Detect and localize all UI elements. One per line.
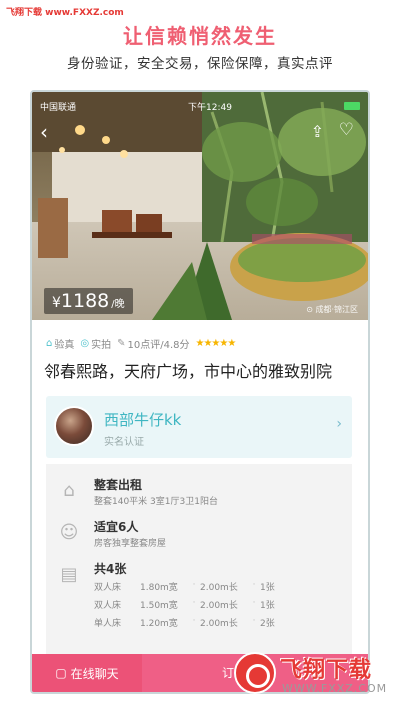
- chat-bubble-icon: ▢: [55, 666, 67, 680]
- rating-stars: ★★★★★: [195, 338, 236, 349]
- battery-icon: [343, 102, 360, 110]
- watermark-bottom: 飞翔下载 WWW.FXXZ.COM: [230, 650, 394, 702]
- listing-tags: ⌂ 验真 ◎ 实拍 ✎ 10点评/4.8分 ★★★★★: [46, 336, 236, 351]
- watermark-url: WWW.FXXZ.COM: [282, 682, 388, 695]
- rent-type-title: 整套出租: [94, 478, 143, 492]
- price-currency: ¥: [52, 295, 61, 311]
- separator: ·: [192, 616, 196, 626]
- favorite-heart-icon[interactable]: ♡: [339, 120, 354, 140]
- bed-length: 2.00m长: [200, 601, 238, 611]
- camera-icon: ◎: [80, 338, 90, 349]
- bed-type: 单人床: [94, 619, 122, 629]
- separator: ·: [252, 598, 256, 608]
- guests-title: 适宜6人: [94, 520, 139, 534]
- host-card[interactable]: 西部牛仔kk 实名认证 ›: [46, 396, 352, 458]
- comment-icon: ✎: [117, 338, 126, 349]
- host-name: 西部牛仔kk: [104, 411, 182, 429]
- price-unit: /晚: [111, 299, 125, 310]
- bed-width: 1.20m宽: [140, 619, 178, 629]
- watermark-top: 飞翔下载 www.FXXZ.com: [6, 8, 124, 18]
- verified-icon: ⌂: [46, 338, 53, 349]
- rent-type-sub: 整套140平米 3室1厅3卫1阳台: [94, 497, 218, 507]
- fxxz-logo-icon: [234, 652, 276, 694]
- online-chat-label: 在线聊天: [70, 666, 119, 681]
- listing-title: 邻春熙路，天府广场，市中心的雅致别院: [44, 362, 333, 381]
- location-pin-icon: ⊙: [306, 305, 313, 314]
- separator: ·: [252, 616, 256, 626]
- bed-row: 双人床 1.50m宽 · 2.00m长 · 1张: [94, 598, 294, 611]
- carrier-label: 中国联通: [40, 102, 77, 113]
- tag-photo: ◎ 实拍: [80, 336, 111, 351]
- tag-reviews-label: 10点评/4.8分: [127, 340, 190, 351]
- bed-count: 2张: [260, 619, 275, 629]
- location-label: ⊙ 成都·锦江区: [306, 304, 358, 315]
- person-icon: ☺: [59, 522, 79, 543]
- bed-row: 双人床 1.80m宽 · 2.00m长 · 1张: [94, 580, 294, 593]
- tag-verified-label: 验真: [54, 340, 75, 351]
- price-value: 1188: [60, 290, 110, 312]
- avatar: [54, 406, 94, 446]
- share-icon[interactable]: ⇪: [311, 122, 324, 141]
- tag-photo-label: 实拍: [91, 340, 112, 351]
- back-icon[interactable]: ‹: [40, 120, 48, 144]
- watermark-brand: 飞翔下载: [280, 658, 373, 683]
- price-badge: ¥ 1188 /晚: [44, 288, 133, 314]
- host-verify-label: 实名认证: [104, 437, 144, 448]
- promo-headline: 让信赖悄然发生: [123, 24, 277, 48]
- separator: ·: [192, 580, 196, 590]
- clock-label: 下午12:49: [188, 102, 232, 113]
- listing-photo[interactable]: 中国联通 下午12:49 ‹ ⇪ ♡ ¥ 1188 /晚 ⊙ 成都·锦江区: [32, 92, 368, 320]
- tag-verified: ⌂ 验真: [46, 336, 74, 351]
- separator: ·: [252, 580, 256, 590]
- status-bar: 中国联通 下午12:49: [40, 100, 360, 113]
- bed-type: 双人床: [94, 601, 122, 611]
- bed-icon: ▤: [60, 564, 78, 585]
- location-text: 成都·锦江区: [315, 305, 358, 314]
- bed-width: 1.80m宽: [140, 583, 178, 593]
- guests-sub: 房客独享整套房屋: [94, 539, 167, 549]
- bed-width: 1.50m宽: [140, 601, 178, 611]
- beds-title: 共4张: [94, 562, 127, 576]
- bed-length: 2.00m长: [200, 583, 238, 593]
- phone-screen: 中国联通 下午12:49 ‹ ⇪ ♡ ¥ 1188 /晚 ⊙ 成都·锦江区 ⌂ …: [30, 90, 370, 694]
- tag-reviews[interactable]: ✎ 10点评/4.8分: [117, 336, 189, 351]
- online-chat-button[interactable]: ▢ 在线聊天: [32, 654, 142, 692]
- separator: ·: [192, 598, 196, 608]
- bed-length: 2.00m长: [200, 619, 238, 629]
- promo-subheadline: 身份验证，安全交易，保险保障，真实点评: [67, 56, 333, 72]
- bed-count: 1张: [260, 601, 275, 611]
- bed-count: 1张: [260, 583, 275, 593]
- bed-type: 双人床: [94, 583, 122, 593]
- bed-row: 单人床 1.20m宽 · 2.00m长 · 2张: [94, 616, 294, 629]
- house-icon: ⌂: [63, 480, 75, 501]
- chevron-right-icon: ›: [336, 416, 342, 432]
